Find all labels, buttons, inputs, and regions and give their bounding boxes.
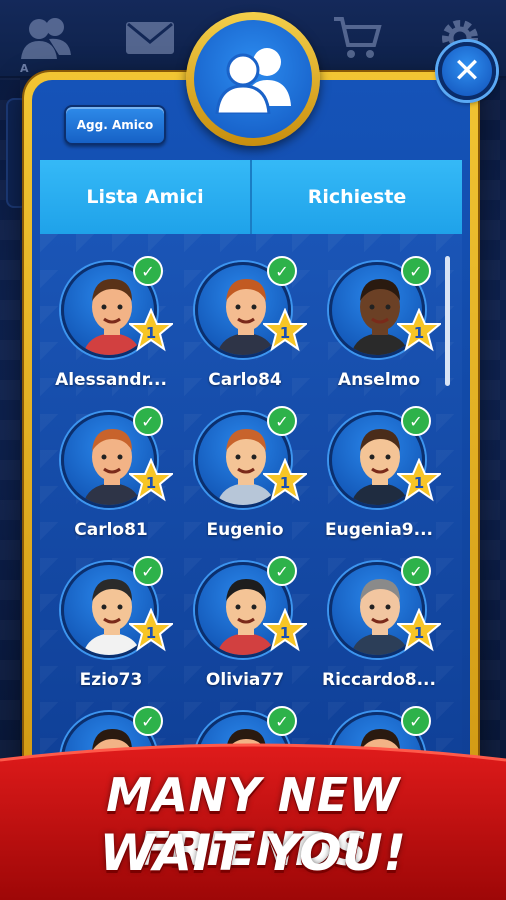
online-check-icon: ✓ <box>267 706 297 736</box>
level-number: 1 <box>146 324 156 342</box>
friend-avatar-wrap: ✓ 1 <box>61 256 173 358</box>
friends-tabs: Lista Amici Richieste <box>40 160 462 234</box>
friends-icon <box>194 20 312 138</box>
level-number: 1 <box>414 474 424 492</box>
friend-name: Olivia77 <box>205 670 285 690</box>
online-check-icon: ✓ <box>401 556 431 586</box>
friend-name: Carlo84 <box>208 370 282 390</box>
friend-item[interactable]: ✓ 1 Eugenia9... <box>312 406 446 540</box>
online-check-icon: ✓ <box>401 406 431 436</box>
friends-modal: Agg. Amico Lista Amici Richieste ✓ 1 Ale… <box>24 72 478 792</box>
friend-item[interactable]: ✓ 1 Eugenio <box>178 406 312 540</box>
online-check-icon: ✓ <box>401 256 431 286</box>
friend-name: Eugenio <box>206 520 284 540</box>
online-check-icon: ✓ <box>401 706 431 736</box>
add-friend-button[interactable]: Agg. Amico <box>64 105 166 145</box>
friend-avatar-wrap: ✓ 1 <box>195 406 307 508</box>
friends-modal-body: Agg. Amico Lista Amici Richieste ✓ 1 Ale… <box>32 80 470 784</box>
level-number: 1 <box>146 474 156 492</box>
friend-item[interactable]: ✓ 1 Carlo84 <box>178 256 312 390</box>
friend-item[interactable]: ✓ 1 Carlo81 <box>44 406 178 540</box>
mail-nav-icon[interactable] <box>118 8 182 68</box>
level-star-icon: 1 <box>397 458 441 502</box>
friend-avatar-wrap: ✓ 1 <box>61 406 173 508</box>
friend-item[interactable]: ✓ 1 Alessandr... <box>44 256 178 390</box>
friend-avatar-wrap: ✓ 1 <box>195 556 307 658</box>
friend-avatar-wrap: ✓ 1 <box>329 406 441 508</box>
level-star-icon: 1 <box>397 308 441 352</box>
level-star-icon: 1 <box>129 608 173 652</box>
level-star-icon: 1 <box>263 308 307 352</box>
shop-cart-nav-icon[interactable] <box>325 8 389 68</box>
friend-avatar-wrap: ✓ 1 <box>329 256 441 358</box>
friends-header-badge <box>186 12 320 146</box>
level-star-icon: 1 <box>397 608 441 652</box>
scrollbar[interactable] <box>445 256 450 386</box>
promo-banner: MANY NEW FRIENDS WAIT YOU! <box>0 738 506 900</box>
online-check-icon: ✓ <box>267 256 297 286</box>
online-check-icon: ✓ <box>267 406 297 436</box>
friend-name: Anselmo <box>337 370 421 390</box>
friends-nav-icon[interactable] <box>14 8 78 68</box>
online-check-icon: ✓ <box>133 406 163 436</box>
level-star-icon: 1 <box>263 608 307 652</box>
friend-avatar-wrap: ✓ 1 <box>195 256 307 358</box>
friends-list[interactable]: ✓ 1 Alessandr... ✓ 1 Carlo84 ✓ 1 Anselmo… <box>40 234 462 784</box>
level-number: 1 <box>280 624 290 642</box>
online-check-icon: ✓ <box>133 706 163 736</box>
level-number: 1 <box>280 474 290 492</box>
friend-avatar-wrap: ✓ 1 <box>329 556 441 658</box>
online-check-icon: ✓ <box>267 556 297 586</box>
level-number: 1 <box>414 624 424 642</box>
level-number: 1 <box>414 324 424 342</box>
level-number: 1 <box>280 324 290 342</box>
friend-avatar-wrap: ✓ 1 <box>61 556 173 658</box>
friends-grid: ✓ 1 Alessandr... ✓ 1 Carlo84 ✓ 1 Anselmo… <box>44 256 448 784</box>
online-check-icon: ✓ <box>133 256 163 286</box>
tab-requests[interactable]: Richieste <box>252 160 462 234</box>
friend-name: Alessandr... <box>55 370 167 390</box>
level-star-icon: 1 <box>129 308 173 352</box>
nav-label: A <box>20 62 29 75</box>
friend-name: Riccardo8... <box>322 670 436 690</box>
level-star-icon: 1 <box>129 458 173 502</box>
close-button[interactable]: ✕ <box>438 42 496 100</box>
friend-name: Carlo81 <box>74 520 148 540</box>
friend-item[interactable]: ✓ 1 Ezio73 <box>44 556 178 690</box>
online-check-icon: ✓ <box>133 556 163 586</box>
friend-name: Eugenia9... <box>324 520 434 540</box>
tab-friends-list[interactable]: Lista Amici <box>40 160 252 234</box>
friend-item[interactable]: ✓ 1 Riccardo8... <box>312 556 446 690</box>
level-star-icon: 1 <box>263 458 307 502</box>
friend-item[interactable]: ✓ 1 Olivia77 <box>178 556 312 690</box>
friend-item[interactable]: ✓ 1 Anselmo <box>312 256 446 390</box>
level-number: 1 <box>146 624 156 642</box>
friend-name: Ezio73 <box>79 670 143 690</box>
promo-headline-line2: WAIT YOU! <box>99 824 407 882</box>
